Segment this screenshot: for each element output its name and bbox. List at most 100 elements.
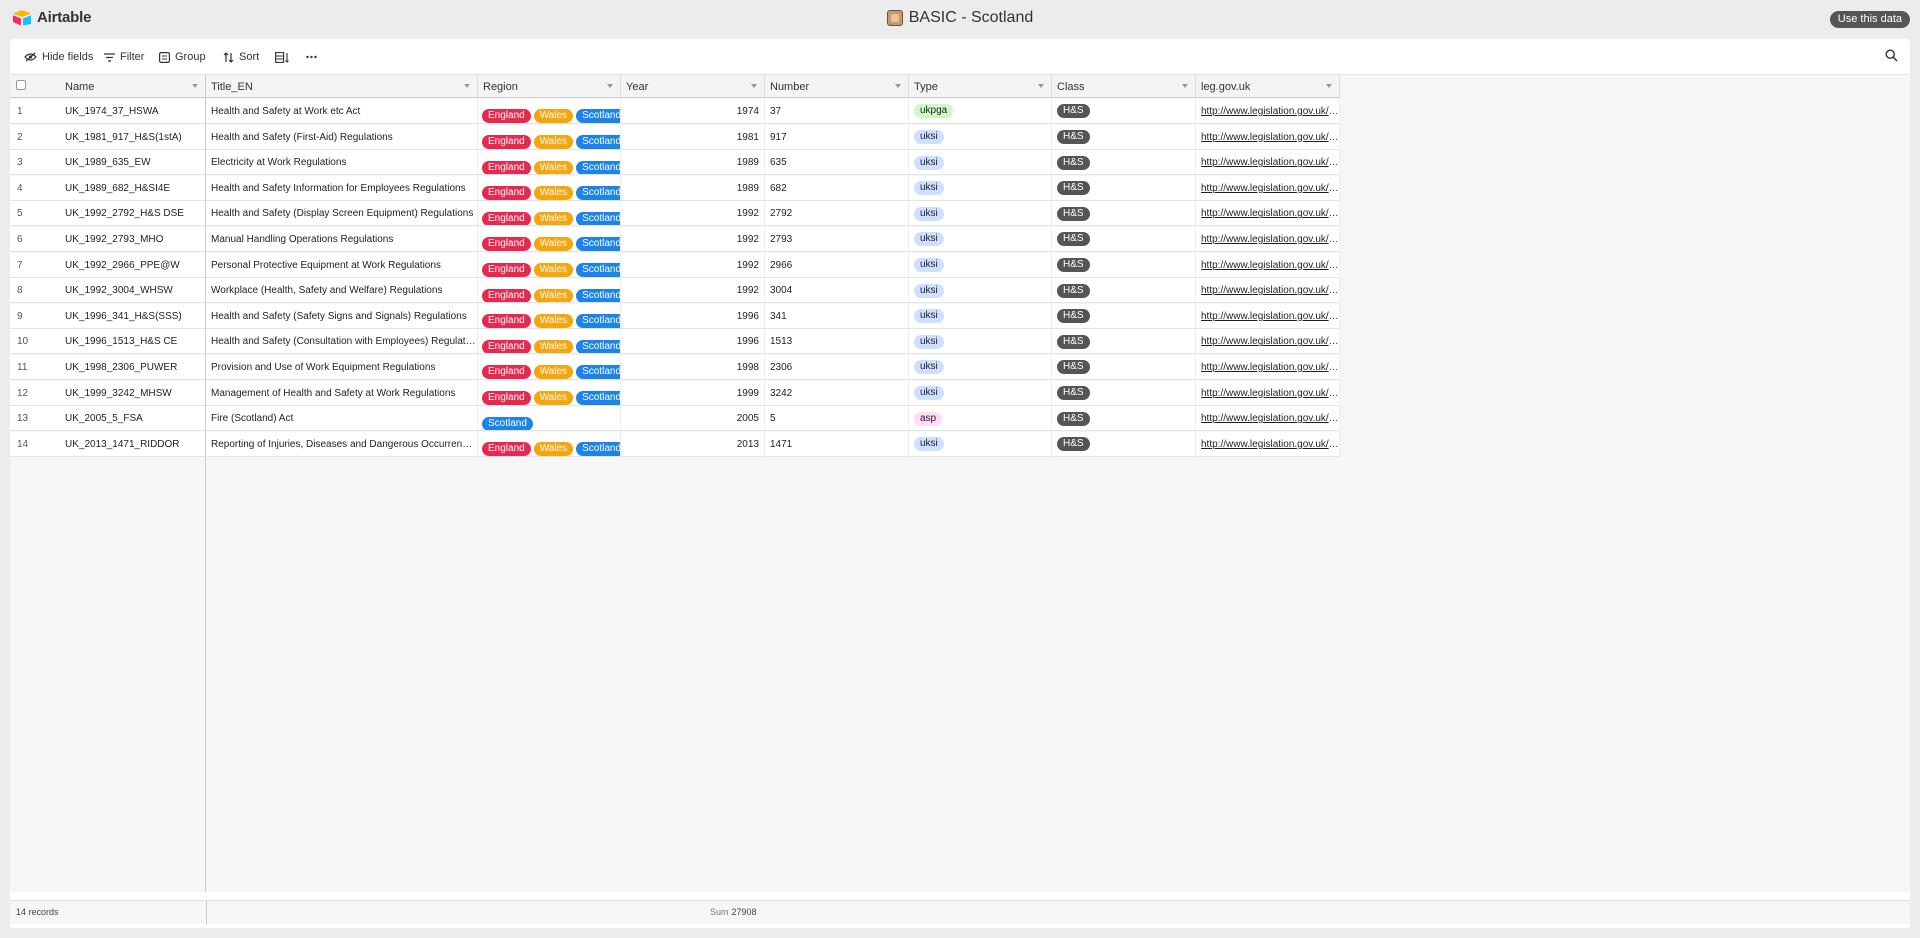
cell-year[interactable]: 1992 <box>621 278 765 304</box>
cell-region[interactable]: England Wales Scotland <box>478 175 621 201</box>
cell-type[interactable]: uksi <box>909 175 1052 201</box>
hide-fields-button[interactable]: Hide fields <box>24 48 93 66</box>
search-button[interactable] <box>1885 49 1898 67</box>
cell-title[interactable]: Management of Health and Safety at Work … <box>206 380 478 406</box>
cell-region[interactable]: England Wales Scotland <box>478 99 621 124</box>
cell-type[interactable]: uksi <box>909 431 1052 457</box>
chevron-down-icon[interactable] <box>1038 84 1044 88</box>
legislation-link[interactable]: http://www.legislation.gov.uk/uksi/1992/… <box>1201 234 1339 245</box>
legislation-link[interactable]: http://www.legislation.gov.uk/ukpga/1974… <box>1201 106 1339 117</box>
cell-name[interactable]: UK_1992_3004_WHSW <box>60 278 206 304</box>
cell-name[interactable]: UK_1989_635_EW <box>60 150 206 176</box>
legislation-link[interactable]: http://www.legislation.gov.uk/uksi/1992/… <box>1201 285 1339 296</box>
cell-number[interactable]: 2966 <box>765 252 909 278</box>
cell-link[interactable]: http://www.legislation.gov.uk/uksi/1996/… <box>1196 329 1340 355</box>
cell-number[interactable]: 3242 <box>765 380 909 406</box>
cell-class[interactable]: H&S <box>1052 252 1196 278</box>
chevron-down-icon[interactable] <box>751 84 757 88</box>
cell-region[interactable]: England Wales Scotland <box>478 303 621 329</box>
legislation-link[interactable]: http://www.legislation.gov.uk/uksi/1998/… <box>1201 362 1339 373</box>
cell-link[interactable]: http://www.legislation.gov.uk/uksi/2013/… <box>1196 431 1340 457</box>
column-header-number[interactable]: Number <box>765 75 909 98</box>
cell-title[interactable]: Workplace (Health, Safety and Welfare) R… <box>206 278 478 304</box>
cell-class[interactable]: H&S <box>1052 380 1196 406</box>
cell-link[interactable]: http://www.legislation.gov.uk/uksi/1996/… <box>1196 303 1340 329</box>
cell-class[interactable]: H&S <box>1052 201 1196 227</box>
cell-link[interactable]: http://www.legislation.gov.uk/uksi/1989/… <box>1196 175 1340 201</box>
cell-title[interactable]: Health and Safety Information for Employ… <box>206 175 478 201</box>
cell-class[interactable]: H&S <box>1052 329 1196 355</box>
cell-title[interactable]: Provision and Use of Work Equipment Regu… <box>206 355 478 380</box>
cell-region[interactable]: England Wales Scotland <box>478 150 621 176</box>
cell-name[interactable]: UK_2005_5_FSA <box>60 406 206 432</box>
cell-name[interactable]: UK_1989_682_H&SI4E <box>60 175 206 201</box>
cell-region[interactable]: England Wales Scotland <box>478 278 621 304</box>
cell-year[interactable]: 1996 <box>621 303 765 329</box>
cell-year[interactable]: 1992 <box>621 201 765 227</box>
cell-link[interactable]: http://www.legislation.gov.uk/uksi/1992/… <box>1196 252 1340 278</box>
cell-class[interactable]: H&S <box>1052 278 1196 304</box>
cell-year[interactable]: 2005 <box>621 406 765 432</box>
select-all-checkbox[interactable] <box>16 80 26 90</box>
cell-region[interactable]: England Wales Scotland <box>478 227 621 252</box>
cell-number[interactable]: 1471 <box>765 431 909 457</box>
cell-class[interactable]: H&S <box>1052 99 1196 124</box>
cell-number[interactable]: 5 <box>765 406 909 432</box>
cell-title[interactable]: Health and Safety (First-Aid) Regulation… <box>206 124 478 150</box>
cell-name[interactable]: UK_1999_3242_MHSW <box>60 380 206 406</box>
cell-type[interactable]: uksi <box>909 227 1052 252</box>
chevron-down-icon[interactable] <box>1182 84 1188 88</box>
cell-class[interactable]: H&S <box>1052 303 1196 329</box>
cell-region[interactable]: Scotland <box>478 406 621 432</box>
cell-link[interactable]: http://www.legislation.gov.uk/asp/2005/5 <box>1196 406 1340 432</box>
cell-link[interactable]: http://www.legislation.gov.uk/ukpga/1974… <box>1196 99 1340 124</box>
cell-region[interactable]: England Wales Scotland <box>478 431 621 457</box>
cell-name[interactable]: UK_2013_1471_RIDDOR <box>60 431 206 457</box>
cell-number[interactable]: 2792 <box>765 201 909 227</box>
legislation-link[interactable]: http://www.legislation.gov.uk/uksi/1981/… <box>1201 132 1339 143</box>
cell-year[interactable]: 1992 <box>621 252 765 278</box>
cell-name[interactable]: UK_1992_2792_H&S DSE <box>60 201 206 227</box>
legislation-link[interactable]: http://www.legislation.gov.uk/uksi/1996/… <box>1201 336 1339 347</box>
chevron-down-icon[interactable] <box>1326 84 1332 88</box>
cell-number[interactable]: 682 <box>765 175 909 201</box>
cell-class[interactable]: H&S <box>1052 124 1196 150</box>
cell-type[interactable]: uksi <box>909 252 1052 278</box>
cell-title[interactable]: Health and Safety (Display Screen Equipm… <box>206 201 478 227</box>
cell-link[interactable]: http://www.legislation.gov.uk/uksi/1981/… <box>1196 124 1340 150</box>
legislation-link[interactable]: http://www.legislation.gov.uk/uksi/1989/… <box>1201 157 1339 168</box>
cell-class[interactable]: H&S <box>1052 406 1196 432</box>
cell-number[interactable]: 341 <box>765 303 909 329</box>
cell-region[interactable]: England Wales Scotland <box>478 355 621 380</box>
cell-name[interactable]: UK_1998_2306_PUWER <box>60 355 206 380</box>
cell-link[interactable]: http://www.legislation.gov.uk/uksi/1992/… <box>1196 227 1340 252</box>
cell-title[interactable]: Reporting of Injuries, Diseases and Dang… <box>206 431 478 457</box>
legislation-link[interactable]: http://www.legislation.gov.uk/uksi/1996/… <box>1201 311 1339 322</box>
cell-name[interactable]: UK_1996_341_H&S(SSS) <box>60 303 206 329</box>
cell-class[interactable]: H&S <box>1052 175 1196 201</box>
cell-type[interactable]: uksi <box>909 150 1052 176</box>
legislation-link[interactable]: http://www.legislation.gov.uk/uksi/2013/… <box>1201 439 1339 450</box>
cell-year[interactable]: 2013 <box>621 431 765 457</box>
more-options-button[interactable] <box>306 48 317 66</box>
cell-title[interactable]: Health and Safety (Safety Signs and Sign… <box>206 303 478 329</box>
cell-link[interactable]: http://www.legislation.gov.uk/uksi/1989/… <box>1196 150 1340 176</box>
cell-link[interactable]: http://www.legislation.gov.uk/uksi/1992/… <box>1196 278 1340 304</box>
year-sum[interactable]: Sum 27908 <box>710 907 757 917</box>
cell-year[interactable]: 1989 <box>621 150 765 176</box>
cell-name[interactable]: UK_1992_2793_MHO <box>60 227 206 252</box>
cell-title[interactable]: Fire (Scotland) Act <box>206 406 478 432</box>
legislation-link[interactable]: http://www.legislation.gov.uk/asp/2005/5 <box>1201 413 1339 424</box>
cell-type[interactable]: uksi <box>909 278 1052 304</box>
cell-class[interactable]: H&S <box>1052 227 1196 252</box>
cell-type[interactable]: uksi <box>909 380 1052 406</box>
cell-name[interactable]: UK_1996_1513_H&S CE <box>60 329 206 355</box>
cell-type[interactable]: uksi <box>909 355 1052 380</box>
cell-number[interactable]: 3004 <box>765 278 909 304</box>
group-button[interactable]: Group <box>159 48 206 66</box>
cell-region[interactable]: England Wales Scotland <box>478 252 621 278</box>
cell-region[interactable]: England Wales Scotland <box>478 380 621 406</box>
cell-region[interactable]: England Wales Scotland <box>478 201 621 227</box>
cell-class[interactable]: H&S <box>1052 150 1196 176</box>
column-header-type[interactable]: Type <box>909 75 1052 98</box>
